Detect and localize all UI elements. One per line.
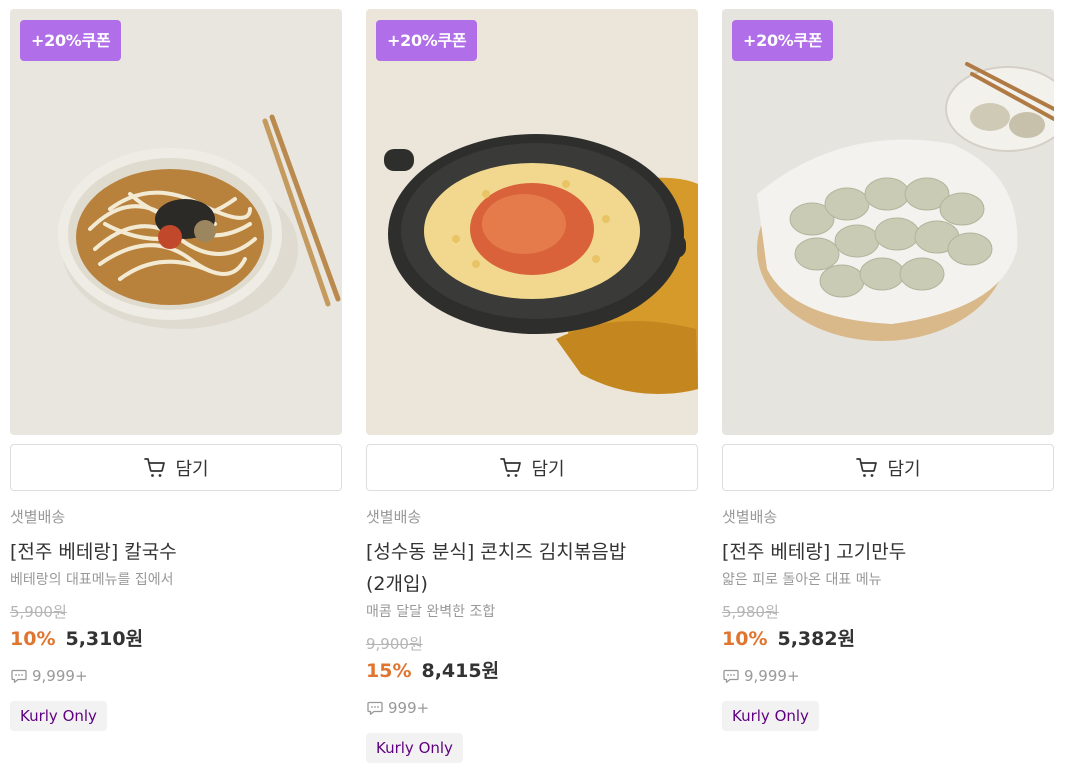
cart-icon — [856, 457, 878, 477]
product-image[interactable]: +20%쿠폰 — [366, 9, 698, 435]
comment-icon — [367, 701, 383, 715]
comment-icon — [11, 669, 27, 683]
product-description: 매콤 달달 완벽한 조합 — [366, 604, 496, 620]
add-to-cart-button[interactable]: 담기 — [366, 444, 698, 491]
product-name[interactable]: [전주 베테랑] 고기만두 — [722, 536, 1054, 568]
cart-button-label: 담기 — [887, 458, 921, 480]
delivery-type: 샛별배송 — [722, 508, 778, 526]
cart-button-label: 담기 — [531, 458, 565, 480]
sale-price: 8,415원 — [421, 660, 500, 682]
comment-icon — [723, 669, 739, 683]
delivery-type: 샛별배송 — [366, 508, 422, 526]
coupon-badge: +20%쿠폰 — [376, 20, 478, 61]
discount-rate: 15% — [366, 660, 412, 682]
product-description: 베테랑의 대표메뉴를 집에서 — [10, 572, 174, 588]
product-image[interactable]: +20%쿠폰 — [10, 9, 342, 435]
cart-icon — [500, 457, 522, 477]
kurly-only-tag: Kurly Only — [366, 733, 463, 763]
kurly-only-tag: Kurly Only — [722, 701, 819, 731]
kurly-only-tag: Kurly Only — [10, 701, 107, 731]
cart-button-label: 담기 — [175, 458, 209, 480]
discount-rate: 10% — [10, 628, 56, 650]
coupon-badge: +20%쿠폰 — [20, 20, 122, 61]
product-grid: +20%쿠폰 담기 샛별배송 [전주 베테랑] 칼국수 베테랑의 대표메뉴를 집… — [10, 9, 1054, 763]
review-count-text: 9,999+ — [32, 667, 88, 685]
review-count: 999+ — [366, 697, 698, 719]
product-card[interactable]: +20%쿠폰 담기 샛별배송 [전주 베테랑] 칼국수 베테랑의 대표메뉴를 집… — [10, 9, 342, 763]
price-row: 10% 5,382원 — [722, 625, 1054, 653]
cart-icon — [144, 457, 166, 477]
coupon-badge: +20%쿠폰 — [732, 20, 834, 61]
dumplings-photo — [722, 9, 1054, 435]
product-image[interactable]: +20%쿠폰 — [722, 9, 1054, 435]
product-card[interactable]: +20%쿠폰 담기 샛별배송 [전주 베테랑] 고기만두 얇은 피로 돌아온 대… — [722, 9, 1054, 763]
product-card[interactable]: +20%쿠폰 담기 샛별배송 [성수동 분식] 콘치즈 김치볶음밥(2개입) 매… — [366, 9, 698, 763]
discount-rate: 10% — [722, 628, 768, 650]
price-row: 10% 5,310원 — [10, 625, 342, 653]
product-name[interactable]: [성수동 분식] 콘치즈 김치볶음밥(2개입) — [366, 536, 698, 600]
product-name[interactable]: [전주 베테랑] 칼국수 — [10, 536, 342, 568]
sale-price: 5,310원 — [65, 628, 144, 650]
original-price: 5,980원 — [722, 603, 779, 621]
noodle-soup-photo — [10, 9, 342, 435]
add-to-cart-button[interactable]: 담기 — [722, 444, 1054, 491]
review-count-text: 999+ — [388, 699, 430, 717]
review-count: 9,999+ — [10, 665, 342, 687]
review-count-text: 9,999+ — [744, 667, 800, 685]
review-count: 9,999+ — [722, 665, 1054, 687]
add-to-cart-button[interactable]: 담기 — [10, 444, 342, 491]
original-price: 5,900원 — [10, 603, 67, 621]
product-description: 얇은 피로 돌아온 대표 메뉴 — [722, 572, 882, 588]
delivery-type: 샛별배송 — [10, 508, 66, 526]
sale-price: 5,382원 — [777, 628, 856, 650]
kimchi-fried-rice-photo — [366, 9, 698, 435]
price-row: 15% 8,415원 — [366, 657, 698, 685]
original-price: 9,900원 — [366, 635, 423, 653]
